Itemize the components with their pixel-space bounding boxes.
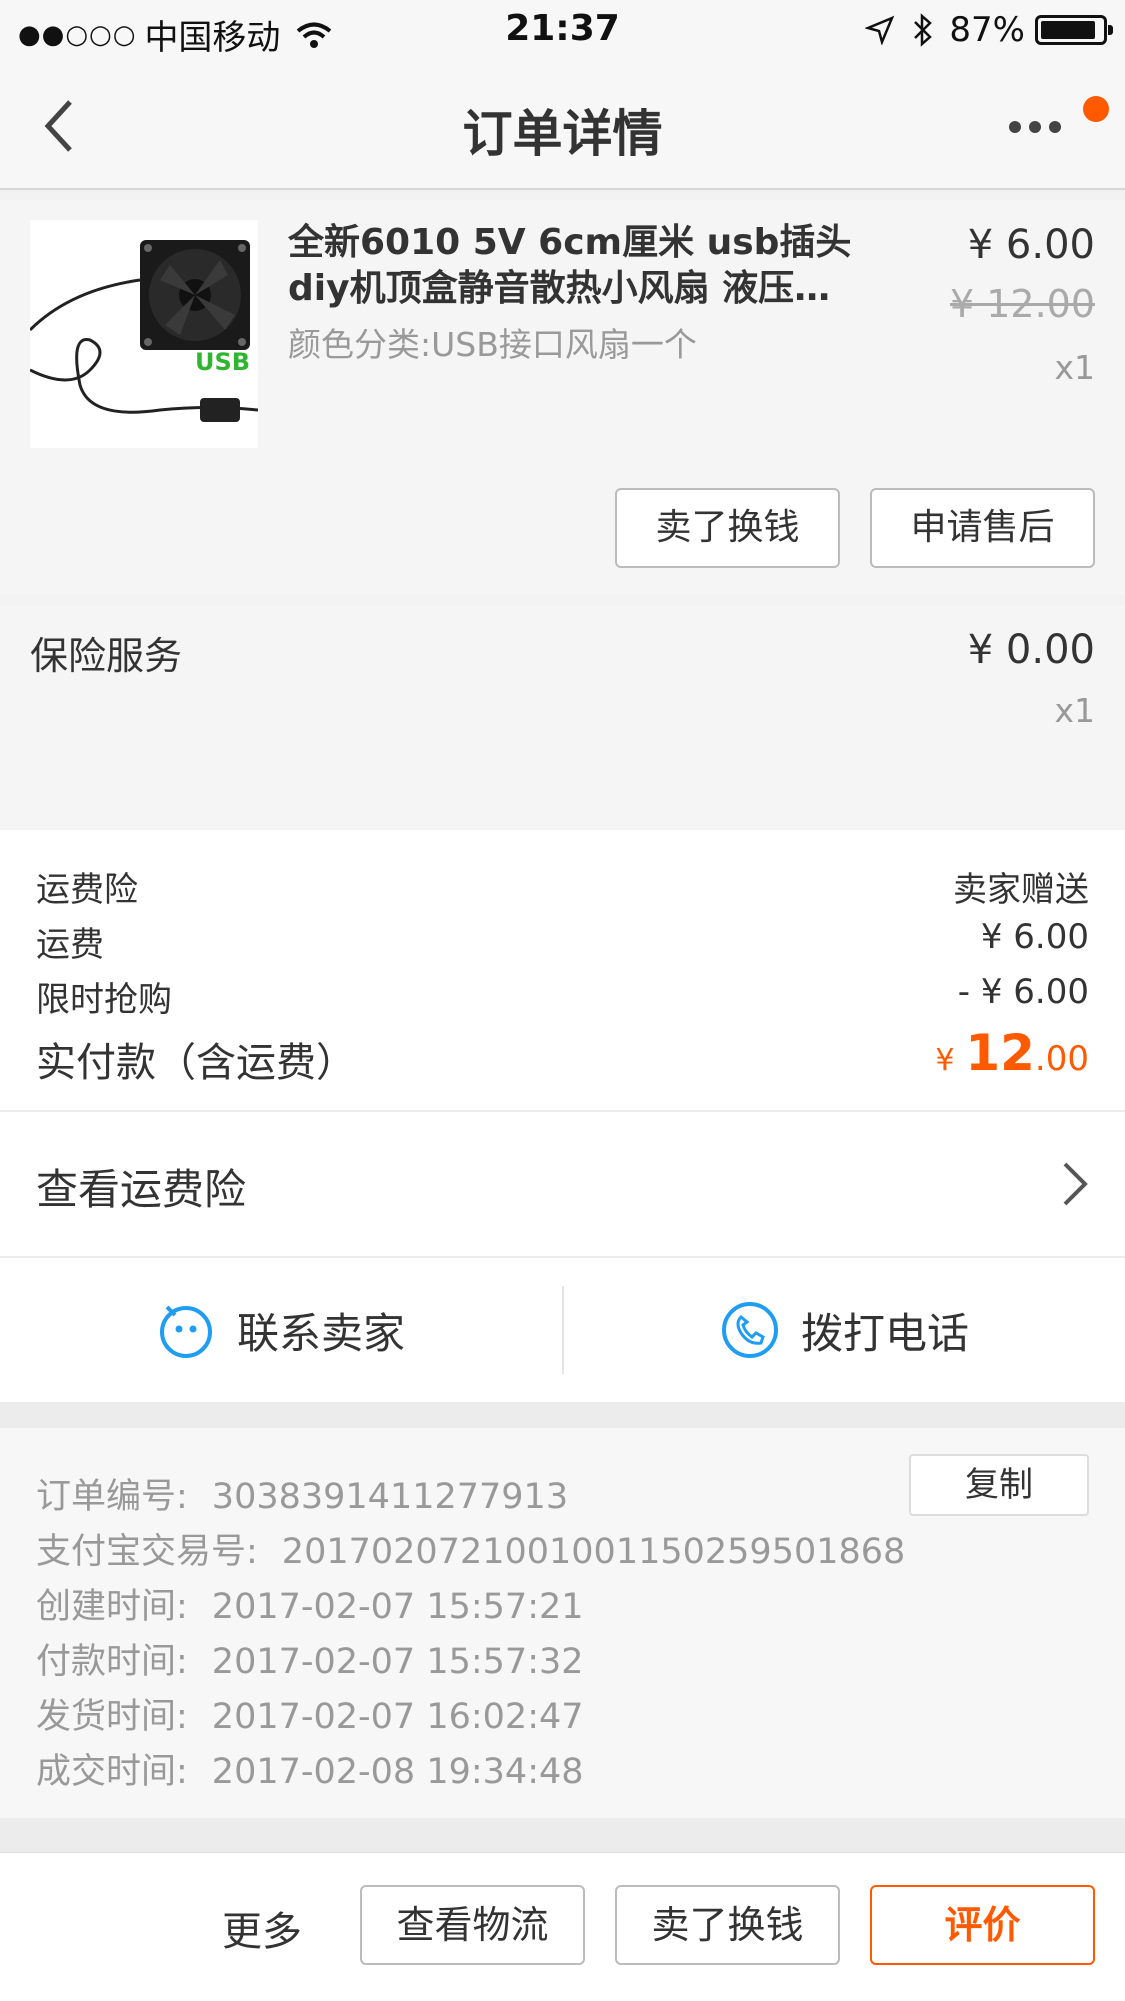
- bluetooth-icon: [914, 13, 933, 47]
- summary-row-shipping-fee: 运费 ¥ 6.00: [36, 917, 1089, 965]
- summary-row-shipping-insurance: 运费险 卖家赠送: [36, 870, 1089, 910]
- contact-bar: 联系卖家 拨打电话: [0, 1258, 1125, 1402]
- summary-row-total: 实付款（含运费） ¥ 12.00: [36, 1024, 1089, 1088]
- resell-button[interactable]: 卖了换钱: [615, 488, 840, 568]
- insurance-price: ¥ 0.00: [967, 627, 1095, 673]
- order-number-row: 订单编号: 3038391411277913: [36, 1477, 569, 1517]
- more-button[interactable]: 更多: [222, 1899, 302, 1957]
- order-info: 订单编号: 3038391411277913 复制 支付宝交易号: 20170207…: [0, 1428, 1125, 1818]
- section-gap: [0, 1402, 1125, 1428]
- total-amount: ¥ 12.00: [935, 1024, 1089, 1082]
- product-quantity: x1: [1054, 348, 1095, 387]
- total-label: 实付款（含运费）: [36, 1040, 356, 1086]
- chevron-right-icon: [1063, 1162, 1088, 1206]
- fan-product-image: USB: [30, 220, 258, 448]
- section-gap: [0, 1818, 1125, 1852]
- status-right: 87%: [865, 10, 1113, 50]
- paid-time-row: 付款时间: 2017-02-07 15:57:32: [36, 1642, 584, 1682]
- product-card[interactable]: USB 全新6010 5V 6cm厘米 usb插头diy机顶盒静音散热小风扇 液…: [0, 200, 1125, 595]
- contact-seller-button[interactable]: 联系卖家: [0, 1258, 560, 1402]
- review-button[interactable]: 评价: [870, 1885, 1095, 1965]
- insurance-quantity: x1: [1054, 691, 1095, 730]
- location-arrow-icon: [865, 15, 895, 45]
- product-title[interactable]: 全新6010 5V 6cm厘米 usb插头diy机顶盒静音散热小风扇 液压…: [288, 220, 888, 312]
- status-bar: ●●○○○ 中国移动 21:37 87%: [0, 0, 1125, 62]
- created-time-row: 创建时间: 2017-02-07 15:57:21: [36, 1587, 584, 1627]
- view-logistics-button[interactable]: 查看物流: [360, 1885, 585, 1965]
- shipped-time-row: 发货时间: 2017-02-07 16:02:47: [36, 1697, 584, 1737]
- product-sku: 颜色分类:USB接口风扇一个: [288, 325, 697, 364]
- battery-icon: [1035, 15, 1113, 45]
- page-title: 订单详情: [462, 105, 663, 163]
- chat-face-icon: [159, 1305, 212, 1358]
- completed-time-row: 成交时间: 2017-02-08 19:34:48: [36, 1752, 584, 1792]
- summary-row-flash-sale: 限时抢购 - ¥ 6.00: [36, 972, 1089, 1020]
- after-sale-button[interactable]: 申请售后: [870, 488, 1095, 568]
- navigation-bar: 订单详情: [0, 62, 1125, 190]
- more-options-icon[interactable]: [1005, 112, 1075, 142]
- product-price: ¥ 6.00: [967, 222, 1095, 268]
- notification-dot: [1083, 96, 1109, 122]
- insurance-service: 保险服务 ¥ 0.00 x1: [0, 605, 1125, 830]
- phone-icon: [721, 1302, 778, 1358]
- battery-percent: 87%: [949, 10, 1025, 50]
- view-shipping-insurance-label: 查看运费险: [36, 1165, 247, 1214]
- product-original-price: ¥ 12.00: [949, 282, 1095, 326]
- svg-text:USB: USB: [195, 348, 250, 376]
- product-thumbnail[interactable]: USB: [30, 220, 258, 448]
- view-shipping-insurance-row[interactable]: 查看运费险: [0, 1112, 1125, 1256]
- contact-seller-label: 联系卖家: [236, 1308, 405, 1358]
- bottom-action-bar: 更多 查看物流 卖了换钱 评价: [0, 1852, 1125, 2001]
- call-phone-label: 拨打电话: [800, 1308, 969, 1358]
- alipay-trade-number-row: 支付宝交易号: 2017020721001001150259501868: [36, 1532, 906, 1572]
- call-phone-button[interactable]: 拨打电话: [564, 1258, 1124, 1402]
- insurance-label: 保险服务: [30, 634, 183, 678]
- resell-bottom-button[interactable]: 卖了换钱: [615, 1885, 840, 1965]
- copy-button[interactable]: 复制: [909, 1454, 1089, 1516]
